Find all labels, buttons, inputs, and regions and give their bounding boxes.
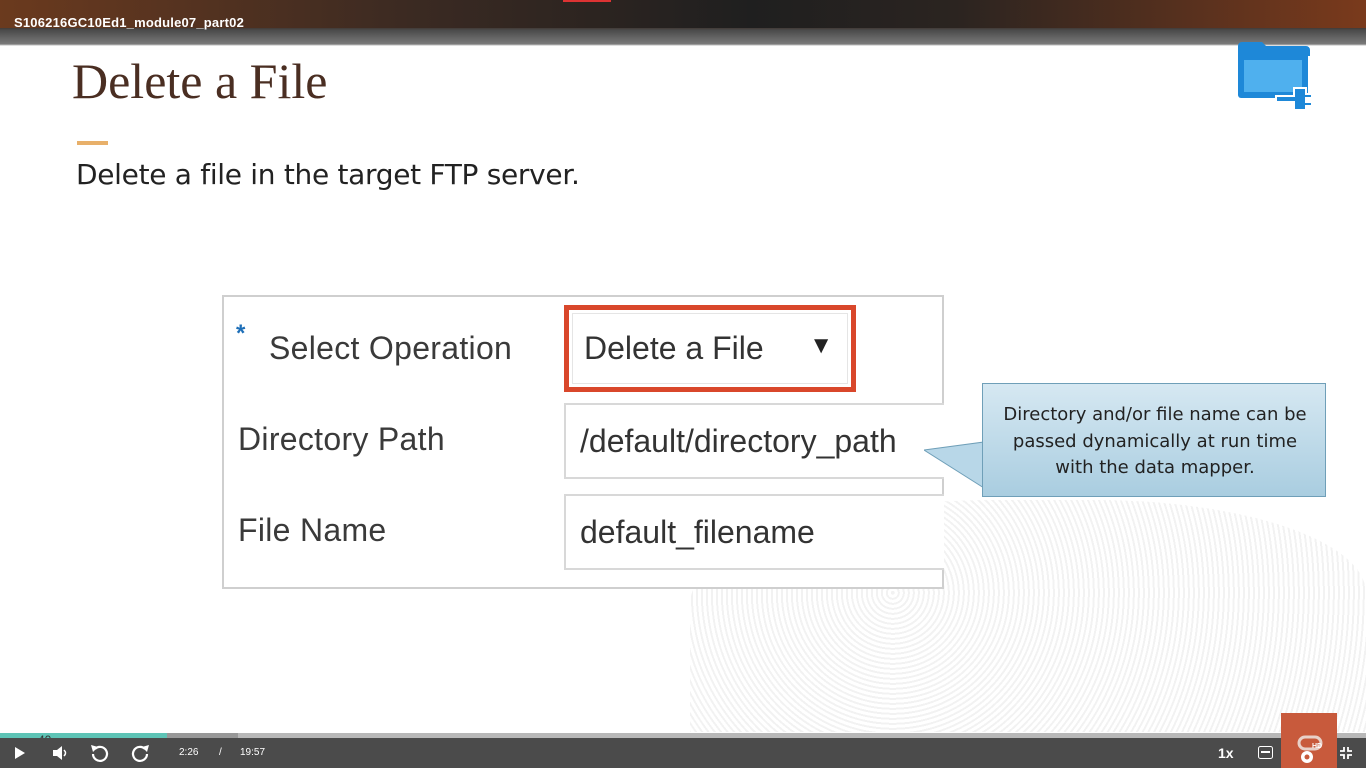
callout-text: Directory and/or file name can be passed… (1003, 404, 1307, 478)
slide-title: Delete a File (72, 53, 328, 109)
duration: 19:57 (240, 747, 266, 758)
operation-select-value: Delete a File (584, 330, 764, 366)
video-title-bar: S106216GC10Ed1_module07_part02 (0, 0, 1366, 46)
title-accent-bar (77, 141, 108, 145)
callout-pointer (924, 441, 985, 489)
operation-select[interactable]: Delete a File ▼ (564, 305, 856, 392)
required-marker: * (236, 320, 246, 347)
callout-box: Directory and/or file name can be passed… (982, 383, 1326, 497)
top-indicator (563, 0, 611, 2)
directory-path-value: /default/directory_path (580, 423, 897, 459)
playback-speed-button[interactable]: 1x (1218, 745, 1234, 761)
directory-path-field[interactable]: /default/directory_path (564, 403, 944, 479)
captions-icon[interactable] (1258, 746, 1273, 759)
hd-badge: HD (1312, 743, 1323, 750)
gear-icon (1297, 735, 1323, 763)
slide-subtitle: Delete a file in the target FTP server. (76, 158, 580, 191)
chevron-down-icon[interactable]: ▼ (809, 332, 833, 360)
folder-connector-icon (1238, 42, 1313, 110)
forward-icon[interactable] (130, 743, 150, 763)
exit-fullscreen-icon[interactable] (1339, 746, 1353, 760)
select-operation-label: Select Operation (269, 330, 513, 366)
player-controls: 2:26 / 19:57 1x (0, 738, 1366, 768)
video-title: S106216GC10Ed1_module07_part02 (14, 15, 245, 30)
volume-icon[interactable] (52, 745, 68, 761)
directory-path-label: Directory Path (238, 421, 445, 457)
rewind-icon[interactable] (90, 743, 110, 763)
file-name-value: default_filename (580, 514, 815, 550)
file-name-label: File Name (238, 512, 387, 548)
current-time: 2:26 (179, 747, 199, 758)
file-name-field[interactable]: default_filename (564, 494, 944, 570)
time-separator: / (219, 747, 222, 758)
settings-button[interactable]: HD (1281, 713, 1337, 768)
play-icon[interactable] (14, 747, 26, 759)
